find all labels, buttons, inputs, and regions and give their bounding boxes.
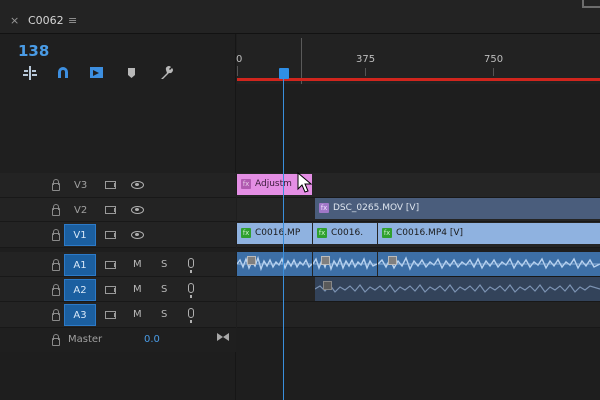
clip-label: DSC_0265.MOV [V]: [333, 203, 420, 213]
lock-icon[interactable]: [52, 179, 60, 191]
mute-button[interactable]: M: [133, 259, 142, 270]
lock-icon[interactable]: [52, 259, 60, 271]
sequence-tab-title[interactable]: C0062: [28, 14, 64, 27]
timeline-empty-area[interactable]: [237, 352, 600, 400]
sync-lock-icon[interactable]: [105, 286, 116, 294]
mute-button[interactable]: M: [133, 309, 142, 320]
ruler-tick: [237, 66, 238, 76]
solo-button[interactable]: S: [161, 284, 167, 295]
track-name-v2[interactable]: V2: [74, 205, 87, 216]
solo-button[interactable]: S: [161, 309, 167, 320]
fx-badge-icon: [321, 256, 330, 265]
eye-icon[interactable]: [131, 231, 144, 239]
clip-c0016-c[interactable]: fx C0016.MP4 [V]: [378, 223, 600, 244]
fx-badge-icon: [388, 256, 397, 265]
audio-clip-a1-1[interactable]: [237, 252, 312, 276]
track-target-v1[interactable]: V1: [64, 224, 96, 246]
solo-button[interactable]: S: [161, 259, 167, 270]
clip-label: C0016.: [331, 228, 364, 238]
fx-badge-icon: fx: [241, 178, 251, 189]
add-marker-icon[interactable]: [123, 64, 141, 82]
ruler-label: 0: [236, 54, 243, 65]
playhead-timecode[interactable]: 138: [18, 42, 49, 60]
ruler-tick: [365, 68, 366, 76]
render-status-bar: [237, 78, 600, 81]
track-header-v1: [0, 222, 236, 248]
clip-dsc-0265[interactable]: fx DSC_0265.MOV [V]: [315, 198, 600, 219]
ruler-label: 750: [484, 54, 504, 65]
fx-badge-icon: fx: [317, 227, 327, 238]
eye-icon[interactable]: [131, 206, 144, 214]
track-source-a3[interactable]: A3: [64, 304, 96, 326]
lock-icon[interactable]: [52, 334, 60, 346]
track-source-a2[interactable]: A2: [64, 279, 96, 301]
eye-icon[interactable]: [131, 181, 144, 189]
linked-selection-icon[interactable]: [88, 64, 106, 82]
lock-icon[interactable]: [52, 284, 60, 296]
fx-badge-icon: fx: [241, 227, 251, 238]
clip-label: C0016.MP4 [V]: [396, 228, 464, 238]
sync-lock-icon[interactable]: [105, 311, 116, 319]
waveform: [315, 284, 600, 293]
playhead-handle[interactable]: [279, 68, 289, 79]
clip-label: Adjustm: [255, 179, 292, 189]
lock-icon[interactable]: [52, 229, 60, 241]
audio-clip-a1-3[interactable]: [378, 252, 600, 276]
track-source-a1[interactable]: A1: [64, 254, 96, 276]
clip-label: C0016.MP: [255, 228, 301, 238]
track-a3[interactable]: [237, 302, 600, 328]
ruler-label: 375: [356, 54, 376, 65]
track-header-a1: [0, 252, 236, 277]
track-header-v3: [0, 173, 236, 198]
panel-corner-icon: [582, 0, 600, 8]
mic-icon[interactable]: [188, 283, 194, 298]
master-bowtie-icon[interactable]: [216, 332, 230, 342]
sync-lock-icon[interactable]: [105, 206, 116, 214]
sync-lock-icon[interactable]: [105, 181, 116, 189]
track-header-a2: [0, 277, 236, 302]
mic-icon[interactable]: [188, 258, 194, 273]
clip-c0016-a[interactable]: fx C0016.MP: [237, 223, 312, 244]
track-header-v2: [0, 198, 236, 222]
sequence-tab-bar: [0, 0, 600, 34]
wrench-icon[interactable]: [157, 64, 175, 82]
fx-badge-icon: [323, 281, 332, 290]
mic-icon[interactable]: [188, 308, 194, 323]
audio-clip-a2[interactable]: [315, 277, 600, 301]
fx-badge-icon: [247, 256, 256, 265]
mouse-cursor-icon: [297, 171, 313, 194]
audio-clip-a1-2[interactable]: [313, 252, 377, 276]
master-track-header: [0, 328, 236, 352]
mute-button[interactable]: M: [133, 284, 142, 295]
magnet-icon[interactable]: [54, 64, 72, 82]
empty-track-area[interactable]: [237, 84, 600, 173]
waveform: [378, 256, 600, 271]
sync-lock-icon[interactable]: [105, 261, 116, 269]
track-name-v3[interactable]: V3: [74, 180, 87, 191]
track-header-empty: [0, 352, 236, 400]
ruler-tick: [493, 68, 494, 76]
sync-lock-icon[interactable]: [105, 231, 116, 239]
time-ruler[interactable]: [237, 34, 600, 84]
lock-icon[interactable]: [52, 309, 60, 321]
track-header-a3: [0, 302, 236, 328]
playhead-line[interactable]: [283, 79, 284, 400]
master-label: Master: [68, 334, 103, 345]
fx-badge-icon: fx: [382, 227, 392, 238]
fx-badge-icon: fx: [319, 202, 329, 213]
close-tab-icon[interactable]: ×: [10, 14, 19, 27]
master-volume[interactable]: 0.0: [144, 334, 160, 345]
lock-icon[interactable]: [52, 204, 60, 216]
panel-menu-icon[interactable]: ≡: [68, 14, 77, 27]
snap-ripple-icon[interactable]: [21, 64, 39, 82]
clip-c0016-b[interactable]: fx C0016.: [313, 223, 377, 244]
master-track-area: [237, 328, 600, 352]
